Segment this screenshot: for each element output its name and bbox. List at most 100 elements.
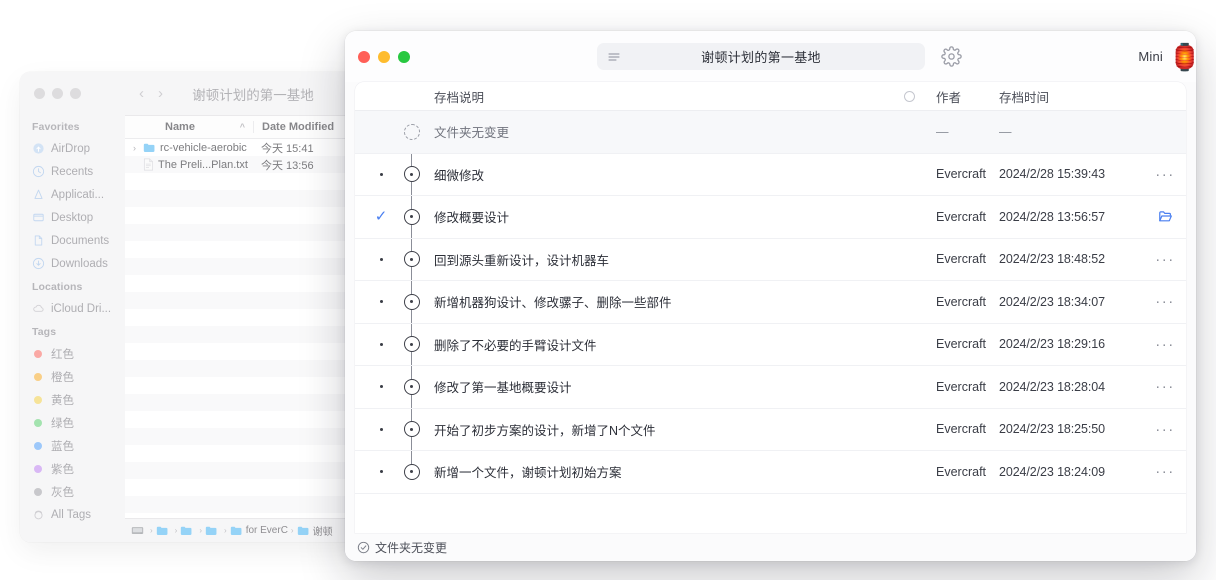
row-status-marker[interactable]: ✓ [372,209,390,224]
applications-icon [32,188,45,201]
sidebar-item-红色[interactable]: 红色 [20,342,125,365]
archive-row[interactable]: 开始了初步方案的设计，新增了N个文件Evercraft2024/2/23 18:… [355,409,1186,452]
timeline-node [404,294,420,310]
path-bar-item[interactable]: 谢顿 [297,523,333,538]
open-folder-icon[interactable] [1152,209,1178,224]
sidebar-item-label: Recents [51,166,93,178]
sidebar-item-黄色[interactable]: 黄色 [20,388,125,411]
archive-list-card: 存档说明 作者 存档时间 文件夹无变更——细微修改Evercraft2024/2… [355,82,1186,533]
row-bullet-icon [380,385,383,388]
path-bar-label: for EverC [246,525,288,536]
row-status-marker[interactable] [372,470,390,473]
sidebar-item-icloud-dri[interactable]: iCloud Dri... [20,297,125,320]
file-name: rc-vehicle-aerobic [160,142,247,154]
sidebar-item-紫色[interactable]: 紫色 [20,457,125,480]
sidebar-item-蓝色[interactable]: 蓝色 [20,434,125,457]
row-status-marker[interactable] [372,300,390,303]
archive-description: 回到源头重新设计，设计机器车 [434,250,609,269]
archive-row-selected[interactable]: ✓修改概要设计Evercraft2024/2/28 13:56:57 [355,196,1186,239]
finder-minimize-button[interactable] [52,88,63,99]
sidebar-item-airdrop[interactable]: AirDrop [20,137,125,160]
circle-icon[interactable] [904,91,915,102]
archive-row[interactable]: 删除了不必要的手臂设计文件Evercraft2024/2/23 18:29:16… [355,324,1186,367]
more-options-icon[interactable]: ··· [1152,252,1178,267]
sidebar-item-绿色[interactable]: 绿色 [20,411,125,434]
archive-time: 2024/2/23 18:29:16 [999,337,1105,351]
column-header-author[interactable]: 作者 [936,87,961,106]
archive-description: 修改了第一基地概要设计 [434,377,572,396]
row-status-marker[interactable] [372,173,390,176]
maximize-button[interactable] [398,51,410,63]
sidebar-item-label: Desktop [51,212,93,224]
sidebar-item-recents[interactable]: Recents [20,160,125,183]
path-bar-item[interactable] [156,525,172,536]
avatar[interactable]: 🏮 [1170,42,1196,72]
close-button[interactable] [358,51,370,63]
archive-row[interactable]: 文件夹无变更—— [355,111,1186,154]
sidebar-item-label: All Tags [51,509,91,521]
sidebar-item-all-tags[interactable]: All Tags [20,503,125,526]
minimize-button[interactable] [378,51,390,63]
sidebar-item-灰色[interactable]: 灰色 [20,480,125,503]
archive-row[interactable]: 新增一个文件，谢顿计划初始方案Evercraft2024/2/23 18:24:… [355,451,1186,494]
more-options-icon[interactable]: ··· [1152,379,1178,394]
hamburger-icon[interactable] [607,50,621,64]
sidebar-item-downloads[interactable]: Downloads [20,252,125,275]
timeline-node [404,336,420,352]
sidebar-item-applicati[interactable]: Applicati... [20,183,125,206]
finder-back-button[interactable]: ‹ [139,86,144,101]
archive-row[interactable]: 新增机器狗设计、修改骡子、删除一些部件Evercraft2024/2/23 18… [355,281,1186,324]
row-status-marker[interactable] [372,343,390,346]
more-options-icon[interactable]: ··· [1152,422,1178,437]
archive-author: Evercraft [936,337,986,351]
column-header-description[interactable]: 存档说明 [355,87,484,106]
archive-row[interactable]: 修改了第一基地概要设计Evercraft2024/2/23 18:28:04··… [355,366,1186,409]
archive-row[interactable]: 细微修改Evercraft2024/2/28 15:39:43··· [355,154,1186,197]
archive-time: 2024/2/23 18:25:50 [999,422,1105,436]
user-area[interactable]: Mini 🏮 [1138,31,1186,82]
finder-close-button[interactable] [34,88,45,99]
status-bar-text: 文件夹无变更 [375,539,447,556]
finder-traffic-lights[interactable] [20,82,125,115]
gear-icon[interactable] [941,46,962,67]
path-bar-item[interactable]: for EverC [230,525,288,536]
more-options-icon[interactable]: ··· [1152,167,1178,182]
finder-window[interactable]: FavoritesAirDropRecentsApplicati...Deskt… [20,72,365,542]
finder-maximize-button[interactable] [70,88,81,99]
path-bar-item[interactable] [131,525,147,536]
timeline-node-core [410,428,413,431]
checkmark-icon[interactable]: ✓ [375,209,388,224]
airdrop-icon [32,142,45,155]
finder-forward-button[interactable]: › [158,86,163,101]
more-options-icon[interactable]: ··· [1152,464,1178,479]
finder-file-row[interactable]: The Preli...Plan.txt今天 13:56 [125,156,365,173]
path-bar-item[interactable] [180,525,196,536]
sidebar-item-橙色[interactable]: 橙色 [20,365,125,388]
sidebar-item-documents[interactable]: Documents [20,229,125,252]
more-options-icon[interactable]: ··· [1152,337,1178,352]
disclosure-triangle-icon[interactable]: › [130,143,139,153]
path-field[interactable]: 谢顿计划的第一基地 [597,43,925,70]
row-status-marker[interactable] [372,258,390,261]
row-status-marker[interactable] [372,385,390,388]
row-bullet-icon [380,428,383,431]
path-bar-item[interactable] [205,525,221,536]
sidebar-item-label: 紫色 [51,461,74,477]
archive-row[interactable]: 回到源头重新设计，设计机器车Evercraft2024/2/23 18:48:5… [355,239,1186,282]
row-bullet-icon [380,173,383,176]
row-status-marker[interactable] [372,428,390,431]
finder-column-date-modified[interactable]: Date Modified [253,121,334,133]
file-date-modified: 今天 13:56 [253,157,314,173]
window-traffic-lights[interactable] [358,51,410,63]
sidebar-item-label: Documents [51,235,109,247]
finder-column-name[interactable]: Name ^ [125,121,253,133]
timeline-node [404,251,420,267]
sidebar-item-desktop[interactable]: Desktop [20,206,125,229]
timeline-node-core [410,215,413,218]
evercraft-window[interactable]: 谢顿计划的第一基地 Mini 🏮 存档说明 作者 [345,31,1196,561]
more-options-icon[interactable]: ··· [1152,294,1178,309]
finder-file-row[interactable]: ›rc-vehicle-aerobic今天 15:41 [125,139,365,156]
column-header-time[interactable]: 存档时间 [999,87,1049,106]
all-tags-icon [32,508,45,521]
path-bar-label: 谢顿 [313,523,333,538]
